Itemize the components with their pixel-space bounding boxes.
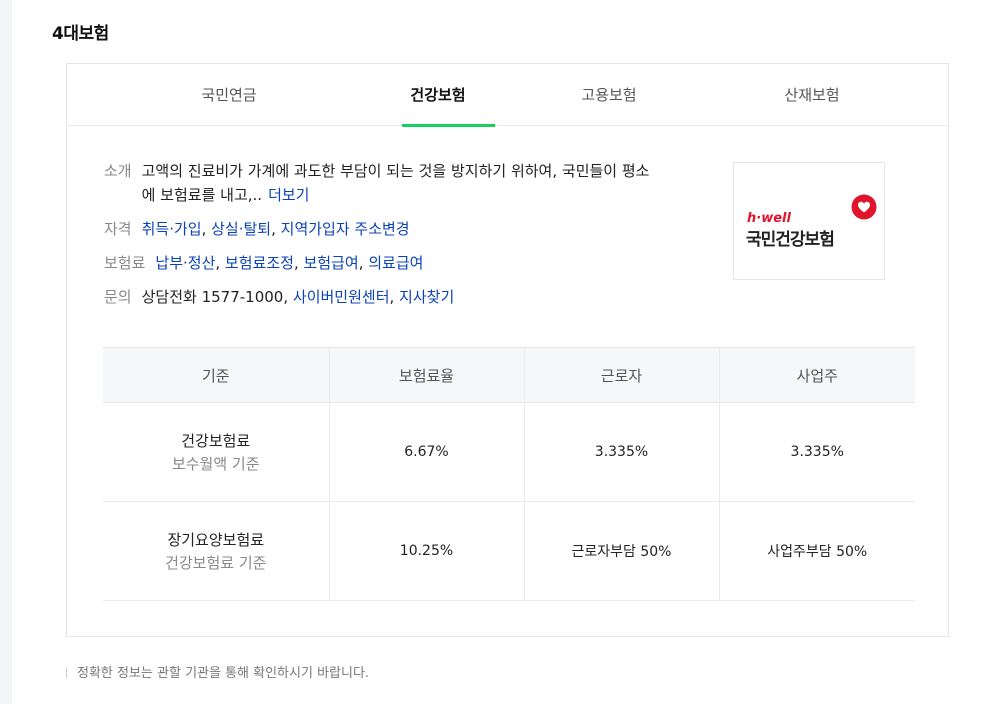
active-tab-indicator (402, 124, 495, 127)
link-find-branch[interactable]: 지사찾기 (399, 288, 454, 306)
insurance-panel: 국민연금 건강보험 고용보험 산재보험 소개 고액의 진료비가 가계에 과도한 … (66, 63, 949, 637)
link-benefits[interactable]: 보험급여 (303, 254, 358, 272)
link-cyber-center[interactable]: 사이버민원센터 (293, 288, 390, 306)
premium-links: 납부·정산, 보험료조정, 보험급여, 의료급여 (155, 254, 424, 272)
inquiry-content: 상담전화 1577-1000, 사이버민원센터, 지사찾기 (141, 288, 455, 306)
col-basis: 기준 (103, 347, 329, 403)
table-header-row: 기준 보험료율 근로자 사업주 (103, 347, 915, 403)
col-employer: 사업주 (718, 347, 915, 403)
tab-bar: 국민연금 건강보험 고용보험 산재보험 (67, 64, 948, 127)
tab-industrial-accident-insurance[interactable]: 산재보험 (702, 64, 922, 126)
row-name-cell: 건강보험료보수월액 기준 (103, 402, 329, 502)
logo-tagline: h·well (747, 211, 791, 226)
col-worker: 근로자 (523, 347, 719, 403)
table-row: 장기요양보험료건강보험료 기준 10.25% 근로자부담 50% 사업주부담 5… (103, 501, 915, 601)
tab-health-insurance-label: 건강보험 (410, 86, 466, 104)
premium-label: 보험료 (104, 254, 146, 272)
inquiry-label: 문의 (104, 288, 132, 306)
info-row-inquiry: 문의 상담전화 1577-1000, 사이버민원센터, 지사찾기 (104, 285, 704, 309)
info-block: 소개 고액의 진료비가 가계에 과도한 부담이 되는 것을 방지하기 위하여, … (104, 159, 704, 319)
info-row-premium: 보험료 납부·정산, 보험료조정, 보험급여, 의료급여 (104, 251, 704, 275)
nhis-logo[interactable]: h·well 국민건강보험 (733, 162, 885, 280)
footer-note-text: 정확한 정보는 관할 기관을 통해 확인하시기 바랍니다. (77, 666, 370, 681)
intro-text-wrap: 고액의 진료비가 가계에 과도한 부담이 되는 것을 방지하기 위하여, 국민들… (142, 159, 662, 207)
row-basis: 보수월액 기준 (171, 455, 260, 473)
link-address-change[interactable]: 지역가입자 주소변경 (281, 220, 410, 238)
phone-text: 상담전화 1577-1000, (141, 288, 289, 306)
qualification-label: 자격 (104, 220, 132, 238)
logo-name: 국민건강보험 (746, 230, 835, 250)
tab-employment-insurance[interactable]: 고용보험 (499, 64, 719, 126)
row-name-cell: 장기요양보험료건강보험료 기준 (103, 501, 329, 601)
left-edge-strip (0, 0, 12, 704)
more-link[interactable]: 더보기 (268, 186, 309, 204)
heart-icon (851, 194, 877, 220)
link-medical-aid[interactable]: 의료급여 (368, 254, 423, 272)
section-title: 4대보험 (52, 24, 109, 44)
intro-text: 고액의 진료비가 가계에 과도한 부담이 되는 것을 방지하기 위하여, 국민들… (141, 162, 650, 204)
footer-divider (66, 667, 67, 678)
worker-cell: 근로자부담 50% (523, 501, 719, 601)
qualification-links: 취득·가입, 상실·탈퇴, 지역가입자 주소변경 (141, 220, 410, 238)
row-basis: 건강보험료 기준 (165, 554, 267, 572)
link-acquire[interactable]: 취득·가입 (142, 220, 202, 238)
worker-cell: 3.335% (523, 402, 719, 502)
link-loss[interactable]: 상실·탈퇴 (211, 220, 271, 238)
row-name: 장기요양보험료 (167, 531, 265, 549)
link-premium-adjust[interactable]: 보험료조정 (225, 254, 294, 272)
row-name: 건강보험료 (181, 432, 251, 450)
table-row: 건강보험료보수월액 기준 6.67% 3.335% 3.335% (103, 402, 915, 502)
employer-cell: 3.335% (718, 402, 915, 502)
col-rate: 보험료율 (328, 347, 524, 403)
rate-cell: 6.67% (328, 402, 524, 502)
rate-table: 기준 보험료율 근로자 사업주 건강보험료보수월액 기준 6.67% 3.335… (103, 347, 915, 601)
link-payment[interactable]: 납부·정산 (155, 254, 215, 272)
tab-national-pension[interactable]: 국민연금 (119, 64, 339, 126)
footer-note: 정확한 정보는 관할 기관을 통해 확인하시기 바랍니다. (66, 662, 369, 681)
intro-label: 소개 (104, 162, 132, 180)
rate-cell: 10.25% (328, 501, 524, 601)
info-row-intro: 소개 고액의 진료비가 가계에 과도한 부담이 되는 것을 방지하기 위하여, … (104, 159, 704, 207)
employer-cell: 사업주부담 50% (718, 501, 915, 601)
info-row-qualification: 자격 취득·가입, 상실·탈퇴, 지역가입자 주소변경 (104, 217, 704, 241)
